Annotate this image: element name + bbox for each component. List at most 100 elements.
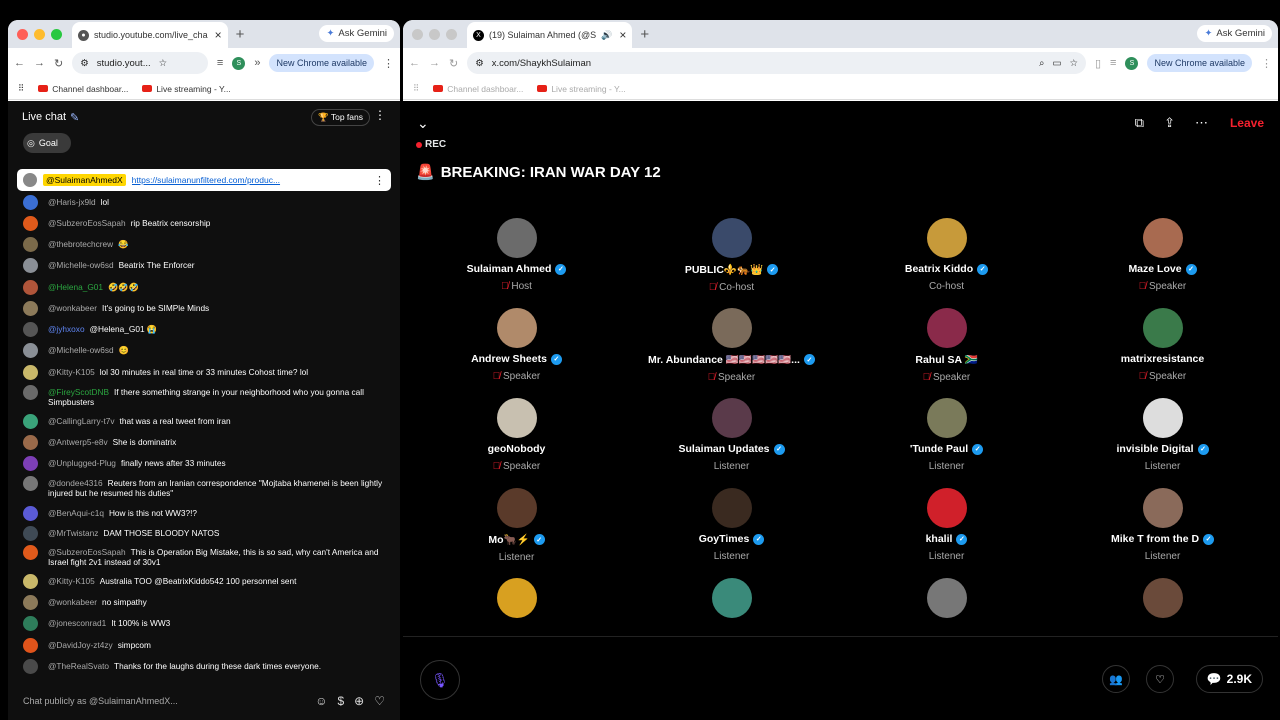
close-window-button[interactable] <box>412 28 423 40</box>
reload-icon[interactable]: ↻ <box>54 57 63 70</box>
avatar[interactable] <box>926 218 967 258</box>
profile-avatar[interactable]: S <box>232 56 246 70</box>
avatar[interactable] <box>23 476 38 491</box>
participant[interactable]: Andrew Sheets ✓ 🎙̸ Speaker <box>409 308 624 382</box>
apps-icon[interactable]: ⠿ <box>18 83 24 94</box>
menu-icon[interactable]: ⋮ <box>383 57 394 70</box>
react-button[interactable]: ♡ <box>1146 665 1174 693</box>
back-icon[interactable]: ← <box>14 57 25 69</box>
address-bar[interactable]: ⚙ studio.yout... ☆ <box>72 52 208 74</box>
people-button[interactable]: 👥 <box>1102 665 1130 693</box>
participant[interactable]: Mo🐂⚡ ✓ Listener <box>409 488 624 563</box>
participant[interactable]: Mike T from the D ✓ Listener <box>1055 488 1270 562</box>
forward-icon[interactable]: → <box>34 57 45 69</box>
replies-button[interactable]: 💬 2.9K <box>1195 665 1263 693</box>
avatar[interactable] <box>496 578 537 618</box>
avatar[interactable] <box>23 456 38 471</box>
bookmark-channel-dashboard[interactable]: Channel dashboar... <box>38 84 128 94</box>
participant[interactable] <box>1055 578 1270 618</box>
avatar[interactable] <box>23 435 38 450</box>
avatar[interactable] <box>926 308 967 348</box>
site-info-icon[interactable]: ⚙ <box>80 58 89 69</box>
bookmark-star-icon[interactable]: ☆ <box>1069 58 1078 69</box>
participant[interactable]: Maze Love ✓ 🎙̸ Speaker <box>1055 218 1270 292</box>
message-author[interactable]: @Helena_G01 <box>48 282 103 292</box>
zoom-window-button[interactable] <box>51 28 62 40</box>
extensions-chevron-icon[interactable]: » <box>254 57 260 69</box>
sidebar-icon[interactable]: ▯ <box>1095 57 1101 70</box>
minimize-window-button[interactable] <box>429 28 440 40</box>
bookmark-live-streaming[interactable]: Live streaming - Y... <box>142 84 231 94</box>
avatar[interactable] <box>496 398 537 438</box>
message-author[interactable]: @SubzeroEosSapah <box>48 547 126 557</box>
message-author[interactable]: @CallingLarry-t7v <box>48 416 115 426</box>
new-chrome-button[interactable]: New Chrome available <box>269 54 374 72</box>
avatar[interactable] <box>23 195 38 210</box>
collapse-chevron-icon[interactable]: ⌄ <box>417 115 429 132</box>
participant[interactable]: Rahul SA 🇿🇦 🎙̸ Speaker <box>839 308 1054 383</box>
message-author[interactable]: @Michelle-ow6sd <box>48 345 114 355</box>
close-window-button[interactable] <box>17 28 28 40</box>
avatar[interactable] <box>496 308 537 348</box>
avatar[interactable] <box>1142 218 1183 258</box>
pinned-message[interactable]: @SulaimanAhmedX https://sulaimanunfilter… <box>17 169 391 191</box>
avatar[interactable] <box>23 280 38 295</box>
avatar[interactable] <box>23 385 38 400</box>
message-author[interactable]: @dondee4316 <box>48 478 103 488</box>
apps-icon[interactable]: ⠿ <box>413 83 419 94</box>
tab-search-icon[interactable]: ≡ <box>1110 57 1116 69</box>
ask-gemini-button[interactable]: ✦ Ask Gemini <box>1197 25 1272 42</box>
participant[interactable]: 'Tunde Paul ✓ Listener <box>839 398 1054 472</box>
participant[interactable]: khalil ✓ Listener <box>839 488 1054 562</box>
message-author[interactable]: @TheRealSvato <box>48 661 109 671</box>
site-info-icon[interactable]: ⚙ <box>475 58 484 69</box>
minimize-window-button[interactable] <box>34 28 45 40</box>
avatar[interactable] <box>1142 308 1183 348</box>
top-fans-button[interactable]: 🏆 Top fans <box>311 109 370 126</box>
pinned-author[interactable]: @SulaimanAhmedX <box>43 174 126 186</box>
participant[interactable]: Sulaiman Ahmed ✓ 🎙̸ Host <box>409 218 624 292</box>
audio-playing-icon[interactable]: 🔊 <box>601 30 612 41</box>
message-author[interactable]: @Unplugged-Plug <box>48 458 116 468</box>
message-author[interactable]: @Antwerp5-e8v <box>48 437 108 447</box>
participant[interactable]: Sulaiman Updates ✓ Listener <box>624 398 839 472</box>
super-chat-icon[interactable]: $ <box>337 694 344 708</box>
avatar[interactable] <box>711 308 752 348</box>
avatar[interactable] <box>23 258 38 273</box>
tab-youtube-studio[interactable]: ● studio.youtube.com/live_cha × <box>72 22 228 48</box>
pinned-link[interactable]: https://sulaimanunfiltered.com/produc... <box>132 175 368 185</box>
avatar[interactable] <box>23 659 38 674</box>
avatar[interactable] <box>23 616 38 631</box>
avatar[interactable] <box>23 545 38 560</box>
tab-search-icon[interactable]: ≡ <box>217 57 223 69</box>
leave-button[interactable]: Leave <box>1230 116 1264 130</box>
close-tab-icon[interactable]: × <box>215 28 222 42</box>
avatar[interactable] <box>711 218 752 258</box>
participant[interactable]: geoNobody 🎙̸ Speaker <box>409 398 624 472</box>
participant[interactable] <box>839 578 1054 618</box>
avatar[interactable] <box>23 414 38 429</box>
avatar[interactable] <box>1142 398 1183 438</box>
chat-more-icon[interactable]: ⋮ <box>374 108 386 122</box>
profile-avatar[interactable]: S <box>1125 56 1139 70</box>
avatar[interactable] <box>23 506 38 521</box>
bookmark-star-icon[interactable]: ☆ <box>159 58 168 69</box>
message-author[interactable]: @BenAqui-c1q <box>48 508 104 518</box>
mic-button[interactable]: 🎙 <box>420 660 460 700</box>
participant[interactable]: GoyTimes ✓ Listener <box>624 488 839 562</box>
emoji-icon[interactable]: ☺ <box>315 694 327 708</box>
message-author[interactable]: @Kitty-K105 <box>48 576 95 586</box>
avatar[interactable] <box>711 398 752 438</box>
avatar[interactable] <box>496 488 537 528</box>
participant[interactable] <box>409 578 624 618</box>
avatar[interactable] <box>23 301 38 316</box>
bookmark-live-streaming[interactable]: Live streaming - Y... <box>537 84 626 94</box>
avatar[interactable] <box>711 488 752 528</box>
avatar[interactable] <box>926 578 967 618</box>
share-icon[interactable]: ⇪ <box>1164 115 1175 131</box>
chat-input[interactable]: Chat publicly as @SulaimanAhmedX... ☺ $ … <box>17 688 391 714</box>
avatar[interactable] <box>23 365 38 380</box>
message-author[interactable]: @Haris-jx9ld <box>48 197 96 207</box>
pinned-more-icon[interactable]: ⋮ <box>374 174 385 187</box>
message-author[interactable]: @jyhxoxo <box>48 324 85 334</box>
